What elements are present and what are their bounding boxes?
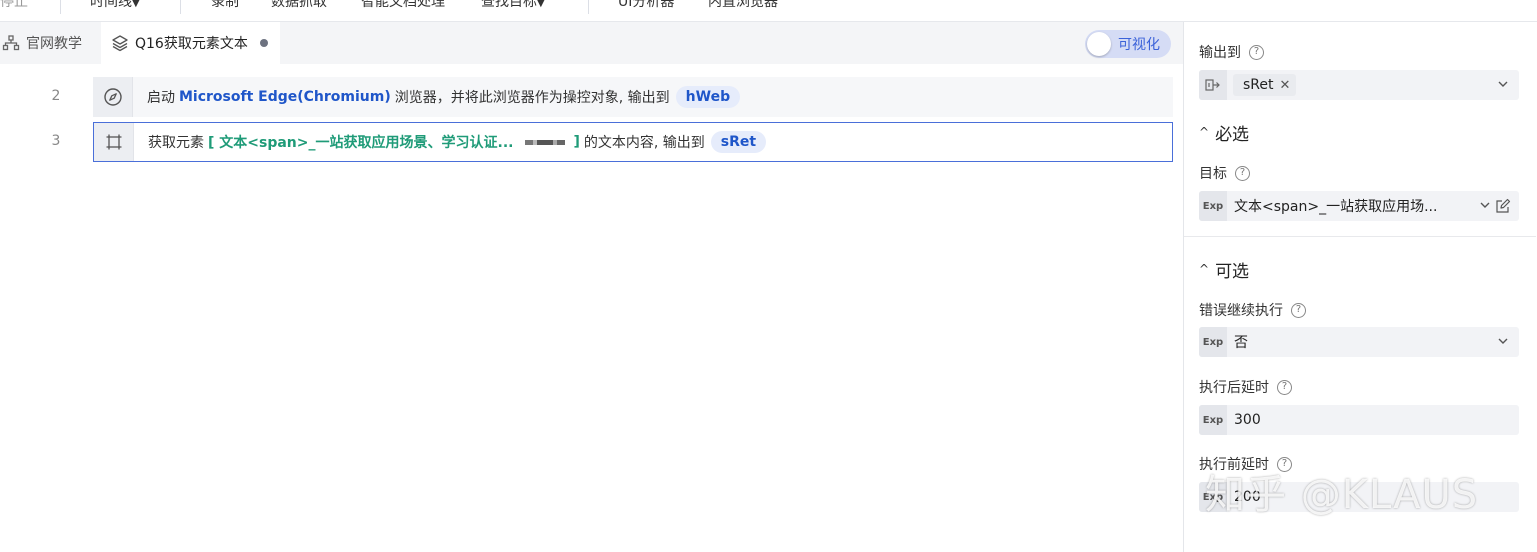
tab-label: 官网教学 — [26, 36, 82, 52]
output-label-row: 输出到 ? — [1199, 42, 1264, 62]
delay-after-label: 执行后延时 — [1199, 380, 1269, 396]
step-middle-text: 的文本内容, 输出到 — [583, 135, 705, 151]
stop-button[interactable]: 停止 — [0, 0, 28, 11]
required-section-title: 必选 — [1215, 125, 1250, 145]
continue-on-error-label-row: 错误继续执行 ? — [1199, 300, 1306, 320]
panel-divider — [1184, 236, 1536, 237]
toolbar-divider — [588, 0, 589, 14]
delay-before-label: 执行前延时 — [1199, 457, 1269, 473]
target-element-text[interactable]: [ 文本<span>_一站获取应用场景、学习认证... — [208, 132, 513, 152]
caret-up-icon: ^ — [1199, 124, 1210, 139]
line-number: 3 — [51, 133, 61, 149]
help-icon[interactable]: ? — [1291, 302, 1306, 318]
tab-official-tutorial[interactable]: 官网教学 — [0, 22, 82, 64]
optional-section-header[interactable]: ^ 可选 — [1199, 257, 1250, 283]
step-description: 获取元素 [ 文本<span>_一站获取应用场景、学习认证... ] 的文本内容… — [134, 131, 767, 153]
target-label-row: 目标 ? — [1199, 163, 1250, 183]
record-button[interactable]: 录制 — [211, 0, 239, 11]
app-window: 停止 时间线▼ 录制 数据抓取 智能文档处理 查找目标▼ UI分析器 内置浏览器… — [0, 0, 1537, 552]
target-bracket: ] — [573, 134, 580, 150]
properties-panel: 输出到 ? sRet ✕ ^ 必选 目标 ? Exp 文本<span>_一站获取 — [1183, 22, 1537, 552]
visualize-toggle[interactable]: 可视化 — [1085, 30, 1171, 58]
output-label: 输出到 — [1199, 45, 1241, 61]
required-section-header[interactable]: ^ 必选 — [1199, 120, 1250, 146]
output-variable-pill[interactable]: hWeb — [675, 86, 741, 108]
flow-step-launch-browser[interactable]: 启动 Microsoft Edge(Chromium) 浏览器，并将此浏览器作为… — [93, 77, 1173, 117]
chevron-down-icon[interactable] — [1497, 78, 1509, 94]
line-number: 2 — [51, 88, 61, 104]
flowchart-icon — [2, 35, 20, 51]
tab-label: Q16获取元素文本 — [135, 36, 248, 52]
delay-after-label-row: 执行后延时 ? — [1199, 377, 1292, 397]
help-icon[interactable]: ? — [1277, 456, 1292, 472]
continue-on-error-value: 否 — [1234, 335, 1248, 351]
flow-step-get-element-text[interactable]: 获取元素 [ 文本<span>_一站获取应用场景、学习认证... ] 的文本内容… — [93, 122, 1173, 162]
step-description: 启动 Microsoft Edge(Chromium) 浏览器，并将此浏览器作为… — [133, 86, 741, 108]
help-icon[interactable]: ? — [1235, 165, 1250, 181]
continue-on-error-label: 错误继续执行 — [1199, 303, 1283, 319]
chevron-down-icon[interactable] — [1497, 335, 1509, 351]
chevron-down-icon[interactable] — [1479, 199, 1491, 215]
delay-before-input[interactable]: Exp 200 — [1199, 482, 1519, 512]
delay-after-value[interactable]: 300 — [1227, 412, 1261, 428]
find-target-dropdown[interactable]: 查找目标▼ — [481, 0, 545, 11]
output-value: sRet — [1243, 77, 1274, 93]
visualize-toggle-label: 可视化 — [1118, 37, 1160, 53]
optional-section-title: 可选 — [1215, 262, 1250, 282]
continue-on-error-select[interactable]: Exp 否 — [1199, 327, 1519, 357]
step-prefix: 启动 — [147, 90, 175, 106]
timeline-label: 时间线 — [90, 0, 132, 10]
tab-q16-get-element-text[interactable]: Q16获取元素文本 — [101, 22, 280, 64]
exp-tag[interactable]: Exp — [1199, 327, 1227, 357]
exp-tag[interactable]: Exp — [1199, 191, 1227, 221]
output-variable-chip[interactable]: sRet ✕ — [1233, 74, 1297, 96]
edit-icon[interactable] — [1495, 198, 1511, 218]
target-select[interactable]: Exp 文本<span>_一站获取应用场... — [1199, 191, 1519, 221]
toggle-knob — [1087, 32, 1111, 56]
caret-down-icon: ▼ — [132, 0, 140, 9]
find-target-label: 查找目标 — [481, 0, 537, 10]
caret-down-icon: ▼ — [537, 0, 545, 9]
output-variable-select[interactable]: sRet ✕ — [1199, 70, 1519, 100]
tab-bar: 官网教学 Q16获取元素文本 — [0, 22, 1183, 64]
ui-analyzer-button[interactable]: UI分析器 — [618, 0, 674, 11]
toolbar-divider — [180, 0, 181, 14]
browser-name[interactable]: Microsoft Edge(Chromium) — [179, 89, 391, 105]
compass-icon — [93, 77, 133, 117]
help-icon[interactable]: ? — [1249, 44, 1264, 60]
delay-before-value[interactable]: 200 — [1227, 489, 1261, 505]
doc-processing-button[interactable]: 智能文档处理 — [361, 0, 445, 11]
exp-tag[interactable]: Exp — [1199, 405, 1227, 435]
delay-before-label-row: 执行前延时 ? — [1199, 454, 1292, 474]
exp-tag[interactable]: Exp — [1199, 482, 1227, 512]
toolbar-divider — [60, 0, 61, 14]
target-value: 文本<span>_一站获取应用场... — [1234, 199, 1438, 215]
help-icon[interactable]: ? — [1277, 379, 1292, 395]
caret-up-icon: ^ — [1199, 261, 1210, 276]
target-label: 目标 — [1199, 166, 1227, 182]
timeline-dropdown[interactable]: 时间线▼ — [90, 0, 140, 11]
delay-after-input[interactable]: Exp 300 — [1199, 405, 1519, 435]
output-variable-pill[interactable]: sRet — [710, 131, 767, 153]
element-thumbnail[interactable] — [525, 139, 566, 145]
data-capture-button[interactable]: 数据抓取 — [271, 0, 327, 11]
element-frame-icon — [94, 123, 134, 161]
variable-icon — [1199, 70, 1227, 100]
unsaved-dot-icon — [259, 39, 268, 47]
top-toolbar: 停止 时间线▼ 录制 数据抓取 智能文档处理 查找目标▼ UI分析器 内置浏览器 — [0, 0, 1537, 22]
close-icon[interactable]: ✕ — [1280, 78, 1291, 93]
layers-icon — [111, 34, 129, 52]
builtin-browser-button[interactable]: 内置浏览器 — [708, 0, 778, 11]
step-middle-text: 浏览器，并将此浏览器作为操控对象, 输出到 — [394, 90, 670, 106]
step-prefix: 获取元素 — [148, 135, 204, 151]
